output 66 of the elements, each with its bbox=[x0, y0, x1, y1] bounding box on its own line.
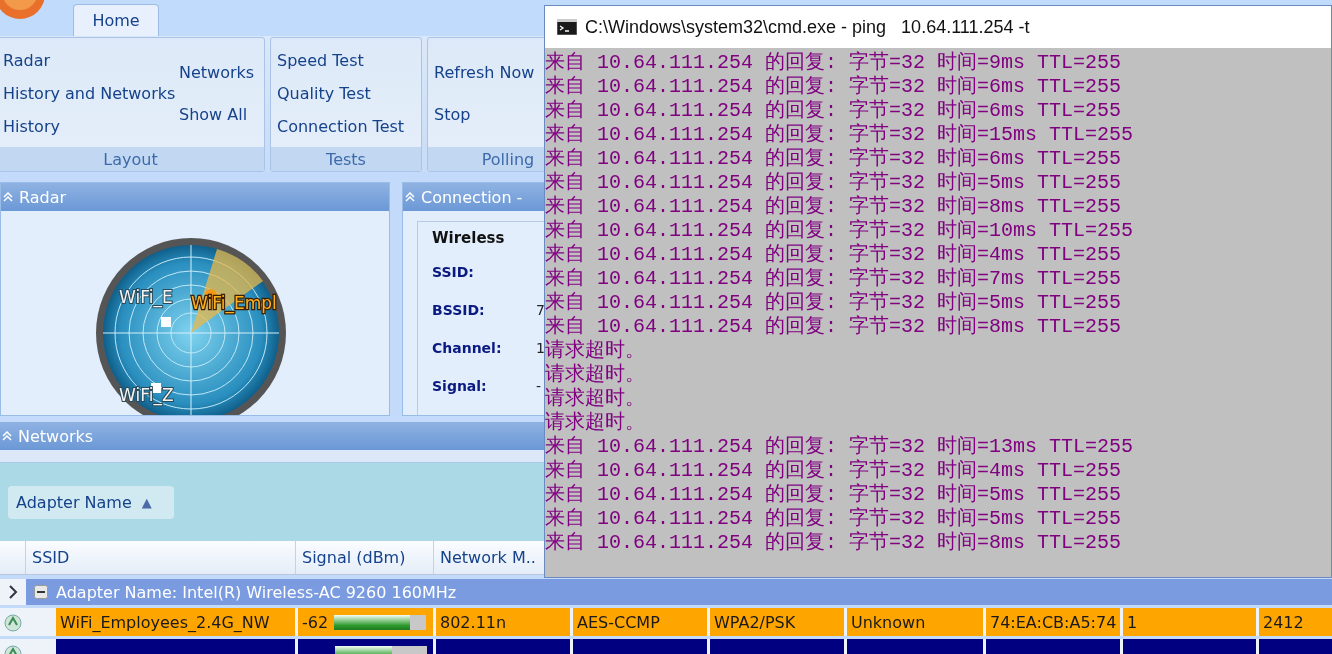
console-line: 来自 10.64.111.254 的回复: 字节=32 时间=5ms TTL=255 bbox=[545, 291, 1123, 314]
ribbon-button[interactable]: Networks bbox=[177, 63, 257, 83]
group-label: Layout bbox=[0, 147, 264, 171]
ssid-cell: WiFi_Employees_2.4G_NW bbox=[56, 608, 295, 636]
console-line: 来自 10.64.111.254 的回复: 字节=32 时间=7ms TTL=255 bbox=[545, 267, 1123, 291]
ribbon-button[interactable]: Speed Test bbox=[275, 51, 407, 70]
console-line: 来自 10.64.111.254 的回复: 字节=32 时间=9ms TTL=255 bbox=[545, 51, 1123, 75]
column-header[interactable]: Network M.. bbox=[434, 541, 536, 574]
table-cell: 1 bbox=[1123, 608, 1256, 636]
ribbon-button[interactable]: History and Networks bbox=[1, 84, 177, 103]
console-line: 来自 10.64.111.254 的回复: 字节=32 时间=8ms TTL=255 bbox=[545, 531, 1123, 555]
table-cell: AES-CCMP bbox=[573, 608, 707, 636]
network-icon bbox=[3, 612, 23, 632]
console-icon bbox=[557, 19, 577, 35]
field-label: Signal: bbox=[432, 378, 488, 394]
console-line: 请求超时。 bbox=[545, 363, 646, 387]
ribbon-button[interactable]: History bbox=[1, 117, 177, 136]
table-cell: 74:EA:CB:A5:74 bbox=[986, 608, 1120, 636]
field-label: Channel: bbox=[432, 340, 503, 356]
console-line: 请求超时。 bbox=[545, 339, 646, 363]
collapse-icon bbox=[2, 431, 12, 441]
console-line: 来自 10.64.111.254 的回复: 字节=32 时间=5ms TTL=255 bbox=[545, 507, 1123, 531]
console-line: 来自 10.64.111.254 的回复: 字节=32 时间=8ms TTL=255 bbox=[545, 195, 1123, 219]
field-label: BSSID: bbox=[432, 302, 486, 318]
console-line: 来自 10.64.111.254 的回复: 字节=32 时间=10ms TTL=255 bbox=[545, 219, 1135, 243]
ribbon-button[interactable]: Refresh Now bbox=[432, 63, 537, 83]
console-line: 来自 10.64.111.254 的回复: 字节=32 时间=15ms TTL=255 bbox=[545, 123, 1135, 147]
group-label: Tests bbox=[271, 147, 421, 171]
ribbon-button[interactable]: Stop bbox=[432, 104, 537, 124]
console-line: 来自 10.64.111.254 的回复: 字节=32 时间=13ms TTL=255 bbox=[545, 435, 1135, 459]
console-line: 来自 10.64.111.254 的回复: 字节=32 时间=5ms TTL=255 bbox=[545, 171, 1123, 195]
panel-title: Radar bbox=[19, 187, 67, 207]
ribbon-button[interactable]: Connection Test bbox=[275, 117, 407, 136]
group-label: Adapter Name: Intel(R) Wireless-AC 9260 160MHz bbox=[56, 582, 457, 602]
column-header[interactable]: Signal (dBm) bbox=[296, 541, 434, 574]
field-value: - bbox=[536, 378, 542, 394]
panel-title: Networks bbox=[18, 426, 94, 446]
table-cell: 802.11n bbox=[436, 608, 570, 636]
column-header[interactable]: SSID bbox=[26, 541, 296, 574]
ribbon-button[interactable]: Radar bbox=[1, 51, 177, 70]
console-line: 来自 10.64.111.254 的回复: 字节=32 时间=4ms TTL=255 bbox=[545, 243, 1123, 267]
group-title: Wireless bbox=[432, 229, 505, 247]
ribbon-button[interactable]: Quality Test bbox=[275, 84, 407, 103]
console-line: 来自 10.64.111.254 的回复: 字节=32 时间=5ms TTL=255 bbox=[545, 483, 1123, 507]
signal-reading: -62 bbox=[302, 612, 329, 632]
console-line: 来自 10.64.111.254 的回复: 字节=32 时间=6ms TTL=255 bbox=[545, 99, 1123, 123]
panel-title: Connection - bbox=[421, 187, 523, 207]
ribbon-button[interactable]: Show All bbox=[177, 104, 257, 124]
table-cell: WPA2/PSK bbox=[710, 608, 844, 636]
console-line: 来自 10.64.111.254 的回复: 字节=32 时间=6ms TTL=255 bbox=[545, 75, 1123, 99]
sort-icon: ▲ bbox=[141, 494, 152, 510]
home-tab[interactable]: Home bbox=[73, 4, 159, 36]
window-title: C:\Windows\system32\cmd.exe - ping 10.64.111.254 -t bbox=[585, 16, 1030, 38]
network-label: WiFi_E bbox=[119, 287, 173, 307]
network-label: WiFi_Z bbox=[119, 385, 174, 405]
console-line: 来自 10.64.111.254 的回复: 字节=32 时间=4ms TTL=255 bbox=[545, 459, 1123, 483]
console-line: 来自 10.64.111.254 的回复: 字节=32 时间=8ms TTL=255 bbox=[545, 315, 1123, 339]
chevron-icon bbox=[8, 585, 18, 599]
table-cell: 2412 bbox=[1259, 608, 1332, 636]
collapse-icon bbox=[3, 192, 13, 202]
group-by-chip[interactable]: Adapter Name ▲ bbox=[8, 485, 174, 519]
console-line: 请求超时。 bbox=[545, 387, 646, 411]
table-cell: Unknown bbox=[847, 608, 983, 636]
collapse-icon bbox=[405, 192, 415, 202]
console-line: 请求超时。 bbox=[545, 411, 646, 435]
field-label: SSID: bbox=[432, 264, 475, 280]
